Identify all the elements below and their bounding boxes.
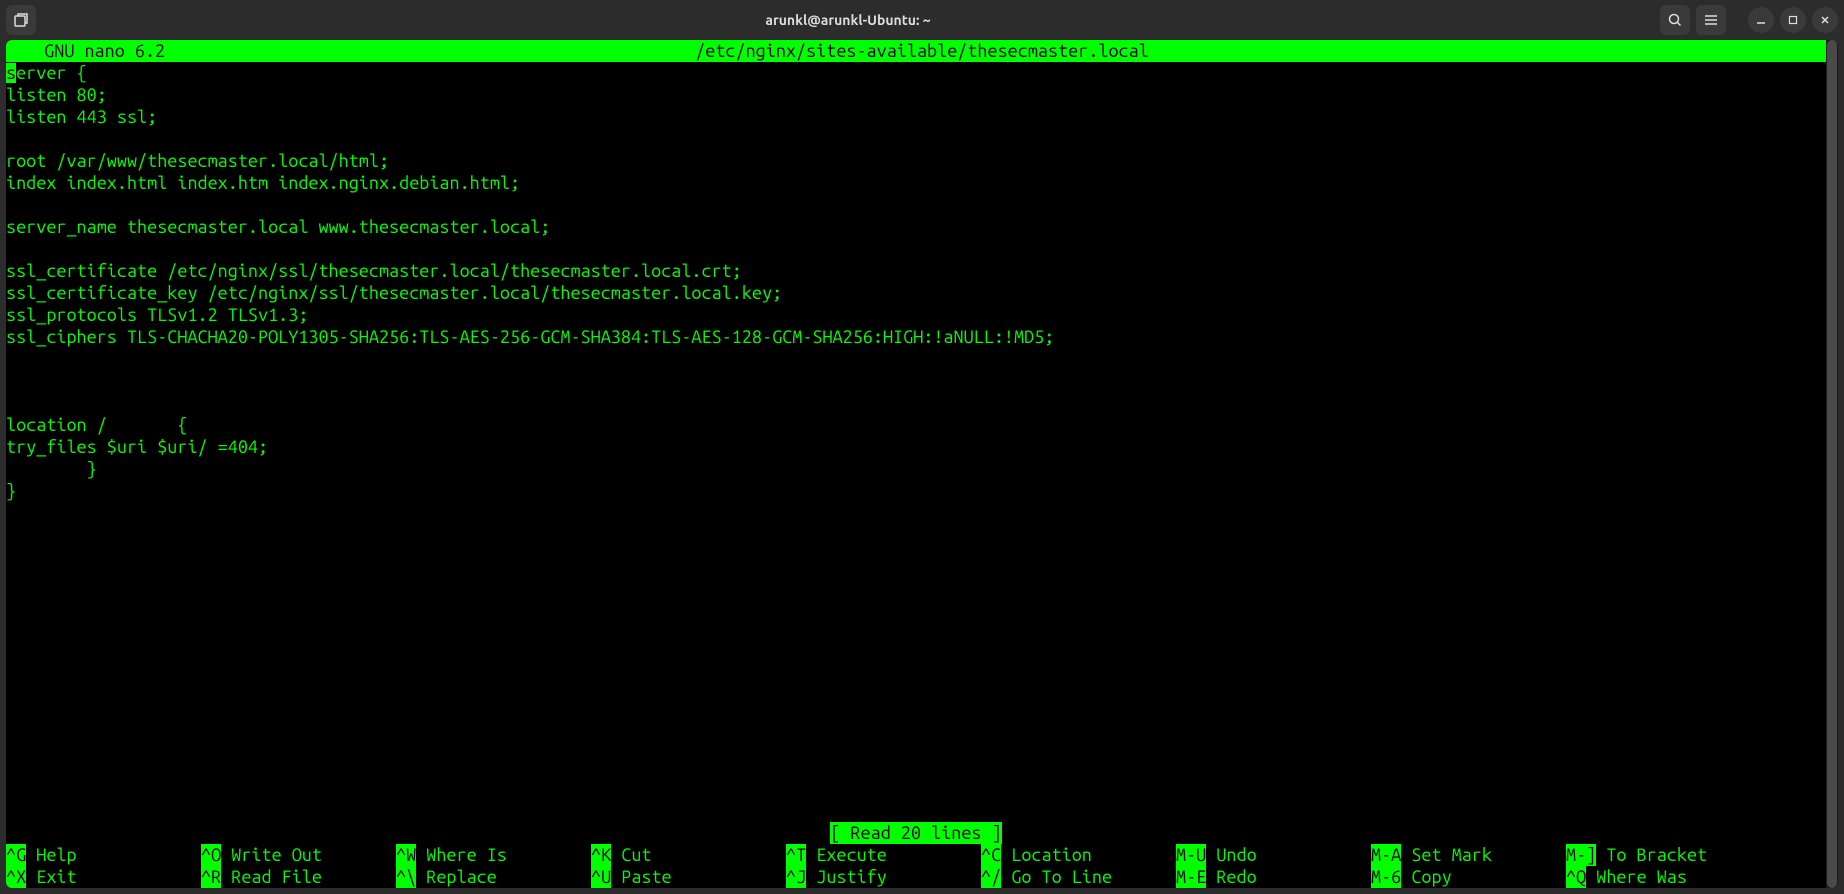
search-button[interactable] [1660, 5, 1690, 35]
shortcut-key: ^X [6, 866, 26, 888]
shortcut-label: Execute [806, 844, 887, 866]
shortcut-key: ^O [201, 844, 221, 866]
shortcut-item: ^J Justify [786, 866, 981, 888]
shortcut-row: ^G Help^O Write Out^W Where Is^K Cut^T E… [6, 844, 1826, 866]
minimize-button[interactable] [1748, 7, 1774, 33]
shortcut-label: Write Out [221, 844, 322, 866]
shortcut-item: ^O Write Out [201, 844, 396, 866]
shortcut-label: Read File [221, 866, 322, 888]
nano-header: GNU nano 6.2 /etc/nginx/sites-available/… [6, 40, 1838, 62]
shortcut-key: M-U [1176, 844, 1206, 866]
shortcut-label: To Bracket [1596, 844, 1707, 866]
nano-file-path: /etc/nginx/sites-available/thesecmaster.… [695, 40, 1149, 62]
shortcut-item: ^W Where Is [396, 844, 591, 866]
nano-status-line: [ Read 20 lines ] [6, 822, 1826, 844]
shortcut-item: ^R Read File [201, 866, 396, 888]
shortcut-item: ^U Paste [591, 866, 786, 888]
scrollbar-thumb[interactable] [1827, 40, 1837, 888]
shortcut-label: Replace [416, 866, 497, 888]
shortcut-item: M-U Undo [1176, 844, 1371, 866]
shortcut-item: M-E Redo [1176, 866, 1371, 888]
shortcut-label: Justify [806, 866, 887, 888]
shortcut-label: Redo [1206, 866, 1256, 888]
shortcut-key: ^/ [981, 866, 1001, 888]
maximize-button[interactable] [1780, 7, 1806, 33]
shortcut-item: ^/ Go To Line [981, 866, 1176, 888]
shortcut-key: ^U [591, 866, 611, 888]
shortcut-key: ^R [201, 866, 221, 888]
new-tab-button[interactable] [6, 5, 36, 35]
shortcut-item: ^T Execute [786, 844, 981, 866]
window-titlebar: arunkl@arunkl-Ubuntu: ~ [0, 0, 1844, 40]
nano-shortcuts: ^G Help^O Write Out^W Where Is^K Cut^T E… [6, 844, 1826, 888]
shortcut-key: M-E [1176, 866, 1206, 888]
shortcut-key: ^K [591, 844, 611, 866]
shortcut-item: M-] To Bracket [1566, 844, 1761, 866]
editor-content[interactable]: server { listen 80; listen 443 ssl; root… [6, 62, 1838, 502]
shortcut-key: ^G [6, 844, 26, 866]
hamburger-menu-button[interactable] [1696, 5, 1726, 35]
shortcut-label: Cut [611, 844, 651, 866]
shortcut-key: ^Q [1566, 866, 1586, 888]
shortcut-key: ^W [396, 844, 416, 866]
shortcut-key: M-6 [1371, 866, 1401, 888]
shortcut-label: Undo [1206, 844, 1256, 866]
shortcut-label: Where Is [416, 844, 507, 866]
terminal-area[interactable]: GNU nano 6.2 /etc/nginx/sites-available/… [6, 40, 1838, 888]
shortcut-item: ^G Help [6, 844, 201, 866]
shortcut-item: ^C Location [981, 844, 1176, 866]
shortcut-key: M-A [1371, 844, 1401, 866]
shortcut-row: ^X Exit^R Read File^\ Replace^U Paste^J … [6, 866, 1826, 888]
shortcut-key: ^\ [396, 866, 416, 888]
shortcut-label: Help [26, 844, 76, 866]
shortcut-item: ^\ Replace [396, 866, 591, 888]
shortcut-label: Go To Line [1001, 866, 1112, 888]
shortcut-key: M-] [1566, 844, 1596, 866]
shortcut-key: ^C [981, 844, 1001, 866]
shortcut-label: Where Was [1586, 866, 1687, 888]
shortcut-label: Set Mark [1401, 844, 1492, 866]
shortcut-label: Paste [611, 866, 671, 888]
terminal-scrollbar[interactable] [1826, 40, 1838, 888]
nano-app-name: GNU nano 6.2 [6, 40, 165, 62]
shortcut-label: Location [1001, 844, 1092, 866]
status-badge: [ Read 20 lines ] [830, 822, 1001, 844]
shortcut-item: ^Q Where Was [1566, 866, 1761, 888]
shortcut-item: ^K Cut [591, 844, 786, 866]
close-button[interactable] [1812, 7, 1838, 33]
shortcut-item: M-A Set Mark [1371, 844, 1566, 866]
shortcut-label: Copy [1401, 866, 1451, 888]
shortcut-item: ^X Exit [6, 866, 201, 888]
shortcut-label: Exit [26, 866, 76, 888]
window-title: arunkl@arunkl-Ubuntu: ~ [42, 12, 1654, 28]
shortcut-key: ^J [786, 866, 806, 888]
shortcut-item: M-6 Copy [1371, 866, 1566, 888]
shortcut-key: ^T [786, 844, 806, 866]
